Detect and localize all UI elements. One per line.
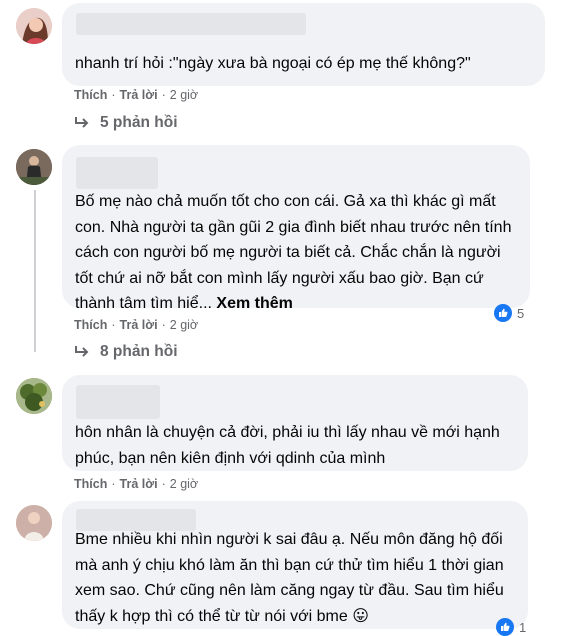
comment-actions: Thích · Trả lời · 2 giờ [74,477,199,491]
timestamp[interactable]: 2 giờ [170,88,198,102]
reply-arrow-icon [74,116,90,130]
comment-text: Bố mẹ nào chả muốn tốt cho con cái. Gả x… [75,189,516,317]
comment-bubble: Bố mẹ nào chả muốn tốt cho con cái. Gả x… [62,145,530,312]
like-link[interactable]: Thích [74,477,107,491]
thread-line [34,190,36,352]
reaction-count[interactable]: 1 [496,618,526,636]
author-name-redacted [76,385,160,419]
avatar[interactable] [16,505,52,541]
author-name-redacted [76,13,306,35]
timestamp[interactable]: 2 giờ [170,318,198,332]
like-link[interactable]: Thích [74,88,107,102]
avatar[interactable] [16,378,52,414]
comment-bubble: Bme nhiều khi nhìn người k sai đâu ạ. Nế… [62,501,528,629]
comment-body: Bố mẹ nào chả muốn tốt cho con cái. Gả x… [75,193,516,312]
like-reaction-icon [496,618,514,636]
like-link[interactable]: Thích [74,318,107,332]
avatar[interactable] [16,149,52,185]
comment-text: nhanh trí hỏi :"ngày xưa bà ngoại có ép … [75,55,471,72]
timestamp[interactable]: 2 giờ [170,477,198,491]
avatar[interactable] [16,8,52,44]
see-more-link[interactable]: Xem thêm [216,295,292,312]
comment-actions: Thích · Trả lời · 2 giờ [74,88,199,102]
reply-arrow-icon [74,345,90,359]
reply-link[interactable]: Trả lời [120,88,158,102]
view-replies-button[interactable]: 8 phản hồi [74,343,178,361]
reaction-number: 5 [517,305,525,321]
tongue-emoji-icon: 😛 [352,607,369,625]
comment-bubble: hôn nhân là chuyện cả đời, phải iu thì l… [62,375,528,471]
replies-label: 5 phản hồi [100,114,178,131]
like-reaction-icon [494,304,512,322]
comment-bubble: nhanh trí hỏi :"ngày xưa bà ngoại có ép … [62,3,545,86]
comment-text: hôn nhân là chuyện cả đời, phải iu thì l… [75,424,505,467]
view-replies-button[interactable]: 5 phản hồi [74,114,178,132]
reply-link[interactable]: Trả lời [120,318,158,332]
comment-actions: Thích · Trả lời · 2 giờ [74,318,199,332]
reaction-number: 1 [519,619,527,635]
comment-text: Bme nhiều khi nhìn người k sai đâu ạ. Nế… [75,527,514,629]
reply-link[interactable]: Trả lời [120,477,158,491]
replies-label: 8 phản hồi [100,343,178,360]
reaction-count[interactable]: 5 [494,304,524,322]
author-name-redacted [76,157,158,189]
comment-body: Bme nhiều khi nhìn người k sai đâu ạ. Nế… [75,531,509,625]
